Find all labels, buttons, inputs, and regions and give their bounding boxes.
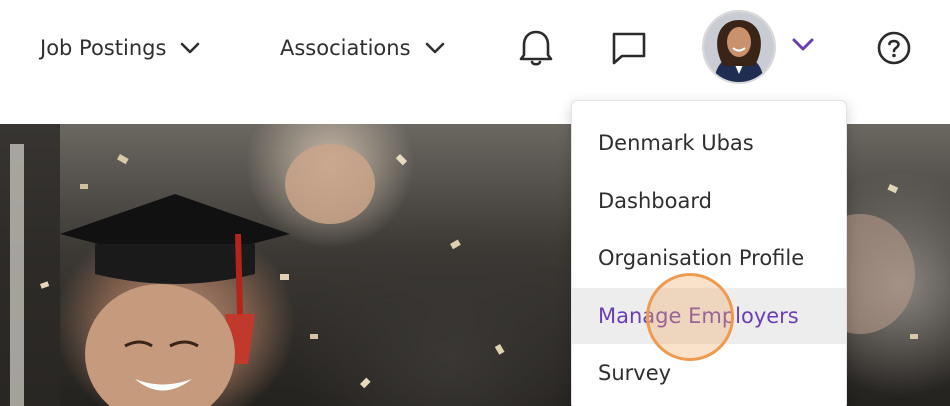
chat-icon[interactable] [610,30,648,70]
menu-item-manage-employers[interactable]: Manage Employers [572,288,846,344]
user-dropdown-menu: Denmark Ubas Dashboard Organisation Prof… [571,100,847,406]
bell-icon[interactable] [518,28,554,72]
associations-nav[interactable]: Associations [280,30,445,66]
job-postings-nav[interactable]: Job Postings [40,30,200,66]
menu-item-survey[interactable]: Survey [572,345,846,401]
chevron-down-icon [425,41,445,55]
menu-item-dashboard[interactable]: Dashboard [572,173,846,229]
help-icon[interactable] [876,30,912,70]
menu-item-user-name[interactable]: Denmark Ubas [572,115,846,171]
associations-label: Associations [280,36,411,60]
avatar[interactable] [702,10,776,84]
job-postings-label: Job Postings [40,36,167,60]
chevron-down-icon[interactable] [791,37,815,57]
chevron-down-icon [180,41,200,55]
menu-item-organisation-profile[interactable]: Organisation Profile [572,230,846,286]
